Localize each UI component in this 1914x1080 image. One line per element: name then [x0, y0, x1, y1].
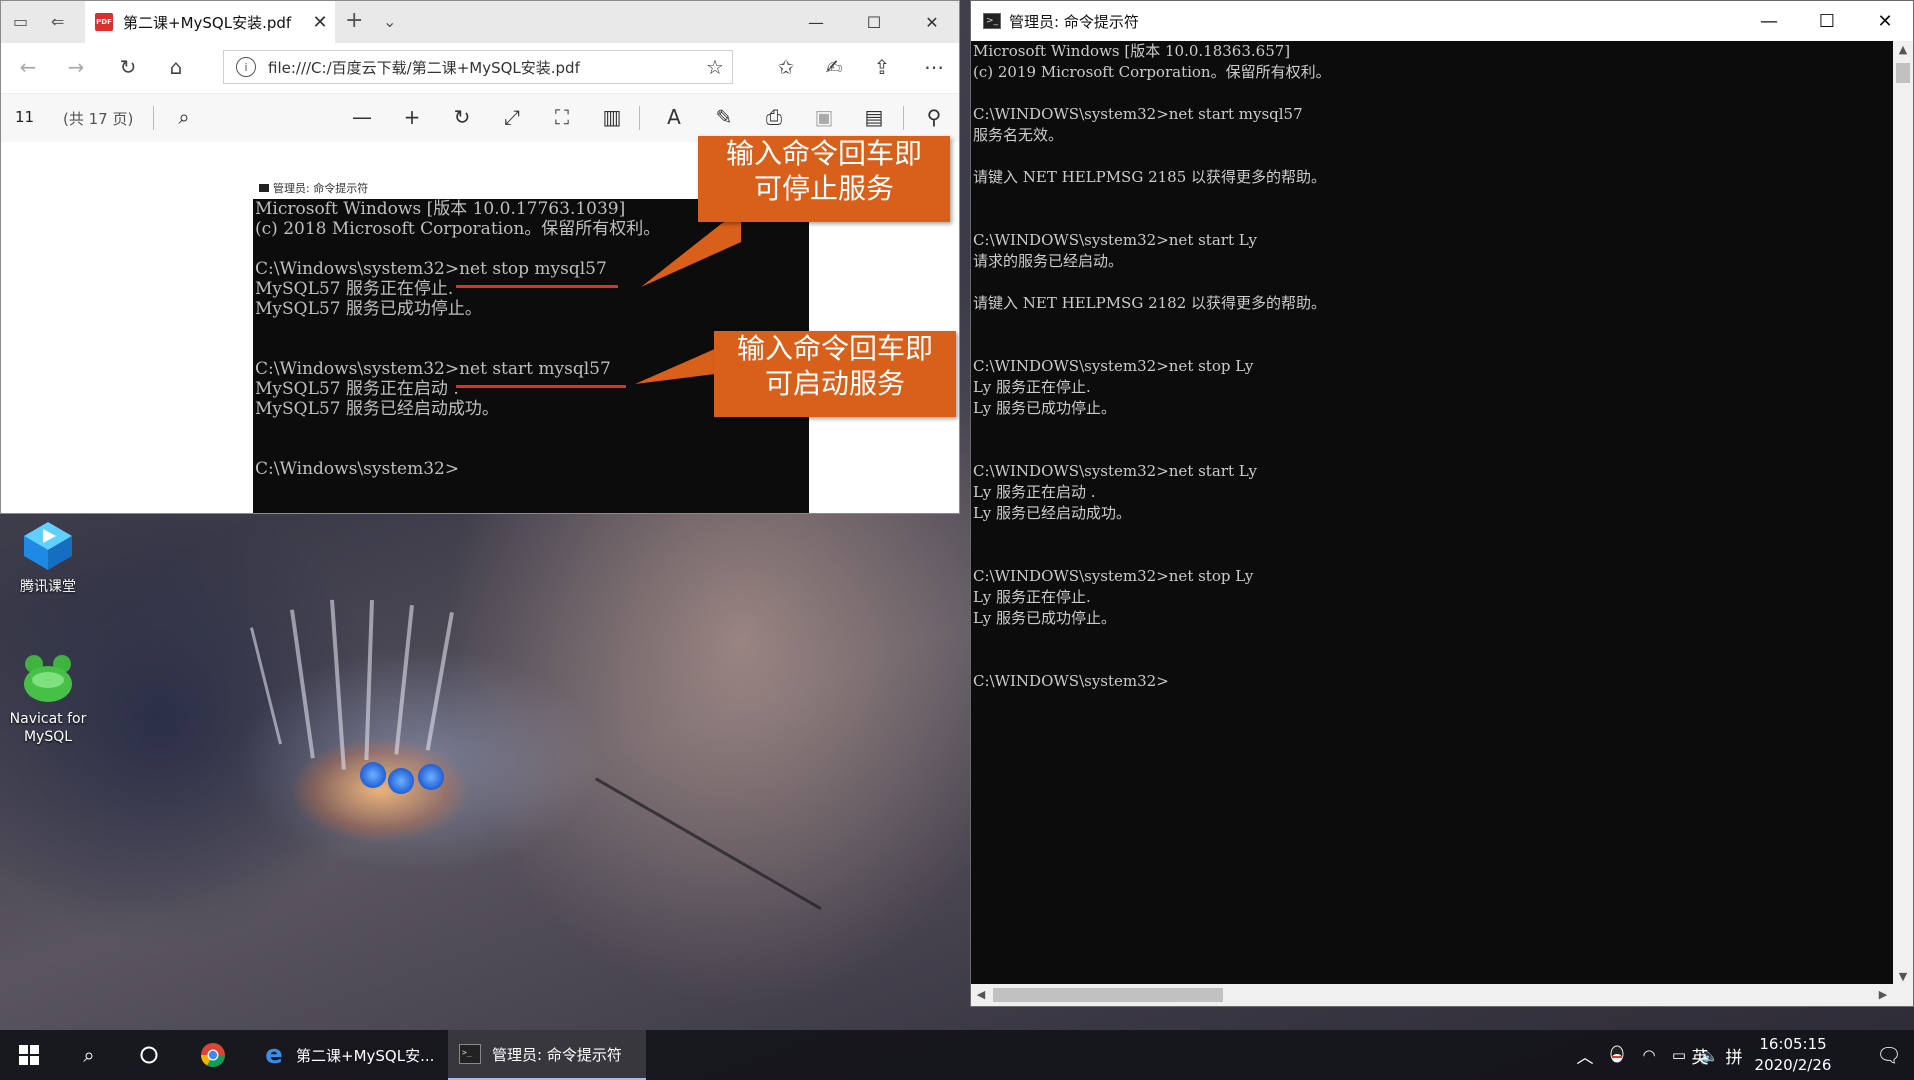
tab-title: 第二课+MySQL安装.pdf: [123, 13, 292, 32]
show-hidden-icons-chevron-icon[interactable]: ︿: [1570, 1030, 1600, 1080]
scroll-corner: [1893, 984, 1913, 1006]
taskbar-app-cmd[interactable]: >_ 管理员: 命令提示符: [448, 1030, 646, 1080]
desktop-icon-label: Navicat for MySQL: [9, 711, 87, 745]
tab-pdf[interactable]: PDF 第二课+MySQL安装.pdf ✕: [85, 1, 335, 43]
address-bar[interactable]: i file:///C:/百度云下载/第二课+MySQL安装.pdf ☆: [223, 50, 733, 84]
start-button[interactable]: [0, 1030, 58, 1080]
favorite-star-icon[interactable]: ☆: [698, 55, 732, 79]
qq-tray-icon[interactable]: [1602, 1030, 1632, 1080]
ime-mode-indicator[interactable]: 拼: [1718, 1030, 1750, 1080]
hscroll-thumb[interactable]: [993, 988, 1223, 1002]
scroll-right-icon[interactable]: ▶: [1873, 984, 1893, 1006]
desktop-icon-navicat[interactable]: Navicat for MySQL: [8, 650, 88, 746]
cortana-icon[interactable]: [122, 1030, 176, 1080]
callout-start: 输入命令回车即 可启动服务: [714, 331, 956, 417]
windows-logo-icon: [19, 1045, 39, 1065]
underline-stop: [456, 285, 618, 288]
back-icon[interactable]: ←: [13, 55, 43, 79]
forward-icon[interactable]: →: [61, 55, 91, 79]
pdf-page: 管理员: 命令提示符 Microsoft Windows [版本 10.0.17…: [1, 136, 959, 513]
minimize-button[interactable]: —: [787, 1, 845, 43]
refresh-icon[interactable]: ↻: [113, 55, 143, 79]
cmd-minimize-button[interactable]: —: [1740, 1, 1798, 41]
ime-language-indicator[interactable]: 英: [1684, 1030, 1716, 1080]
cmd-horizontal-scrollbar[interactable]: ◀ ▶: [971, 984, 1893, 1006]
notes-pen-icon[interactable]: ✍: [819, 55, 849, 79]
tabs-aside-icon[interactable]: ⇐: [51, 12, 64, 31]
cmd-window: >_ 管理员: 命令提示符 — ☐ ✕ Microsoft Windows [版…: [970, 0, 1914, 1007]
page-number-input[interactable]: 11: [15, 108, 34, 126]
edge-titlebar: ▭ ⇐ PDF 第二课+MySQL安装.pdf ✕ + ⌄ — ☐ ✕: [1, 1, 959, 43]
site-info-icon[interactable]: i: [236, 57, 256, 77]
cmd-close-button[interactable]: ✕: [1856, 1, 1914, 41]
home-icon[interactable]: ⌂: [161, 55, 191, 79]
desktop-icon-tencent-classroom[interactable]: 腾讯课堂: [8, 518, 88, 596]
fit-page-icon[interactable]: ⤢: [497, 105, 527, 129]
more-icon[interactable]: ⋯: [919, 55, 949, 79]
save-as-icon[interactable]: ▤: [859, 105, 889, 129]
tencent-classroom-icon: [20, 518, 76, 574]
address-url: file:///C:/百度云下载/第二课+MySQL安装.pdf: [268, 58, 580, 77]
cmd-icon: >_: [983, 13, 1001, 29]
desktop-icon-label: 腾讯课堂: [20, 579, 76, 595]
taskbar-app-label: 管理员: 命令提示符: [492, 1045, 622, 1064]
cmd-maximize-button[interactable]: ☐: [1798, 1, 1856, 41]
cmd-title: 管理员: 命令提示符: [1009, 12, 1139, 31]
scroll-thumb[interactable]: [1896, 63, 1910, 83]
cmd-output: Microsoft Windows [版本 10.0.18363.657] (c…: [973, 42, 1331, 690]
save-icon[interactable]: ▣: [809, 105, 839, 129]
pdf-file-icon: PDF: [95, 13, 113, 31]
cmd-console[interactable]: Microsoft Windows [版本 10.0.18363.657] (c…: [971, 41, 1893, 986]
taskbar-app-label: 第二课+MySQL安...: [296, 1046, 435, 1065]
cmd-icon: >_: [458, 1042, 482, 1066]
favorites-icon[interactable]: ✩: [771, 55, 801, 79]
navicat-icon: [20, 650, 76, 706]
zoom-in-icon[interactable]: +: [397, 105, 427, 129]
page-total: (共 17 页): [63, 110, 134, 128]
underline-start: [456, 385, 626, 388]
chrome-taskbar-icon[interactable]: [186, 1030, 240, 1080]
page-view-icon[interactable]: ▥: [597, 105, 627, 129]
wifi-icon[interactable]: ◠: [1634, 1030, 1664, 1080]
clock-date: 2020/2/26: [1754, 1056, 1832, 1074]
taskbar: ⌕ e 第二课+MySQL安... >_ 管理员: 命令提示符 ︿ ◠ ▭ 🔈: [0, 1030, 1914, 1080]
cmd-vertical-scrollbar[interactable]: ▲ ▼: [1893, 41, 1913, 986]
rotate-icon[interactable]: ↻: [447, 105, 477, 129]
tab-list-chevron-icon[interactable]: ⌄: [383, 12, 396, 31]
close-button[interactable]: ✕: [903, 1, 959, 43]
search-icon[interactable]: ⌕: [169, 105, 199, 129]
read-aloud-icon[interactable]: A: [659, 105, 689, 129]
callout-stop: 输入命令回车即 可停止服务: [698, 136, 950, 222]
search-taskbar-icon[interactable]: ⌕: [62, 1030, 116, 1080]
print-icon[interactable]: ⎙: [759, 105, 789, 129]
share-icon[interactable]: ⇪: [867, 55, 897, 79]
edge-browser-window: ▭ ⇐ PDF 第二课+MySQL安装.pdf ✕ + ⌄ — ☐ ✕ ← → …: [0, 0, 960, 514]
fullscreen-icon[interactable]: ⛶: [547, 105, 577, 129]
taskbar-app-edge[interactable]: e 第二课+MySQL安...: [252, 1030, 444, 1080]
close-tab-icon[interactable]: ✕: [305, 12, 335, 33]
action-center-icon[interactable]: 🗨: [1864, 1030, 1914, 1080]
zoom-out-icon[interactable]: —: [347, 105, 377, 129]
scroll-left-icon[interactable]: ◀: [971, 984, 991, 1006]
tab-preview-icon[interactable]: ▭: [13, 12, 28, 31]
scroll-up-icon[interactable]: ▲: [1893, 41, 1913, 59]
cmd-icon: [259, 184, 269, 192]
pin-toolbar-icon[interactable]: ⚲: [919, 105, 949, 129]
svg-text:>_: >_: [462, 1048, 472, 1057]
taskbar-clock[interactable]: 16:05:15 2020/2/26: [1748, 1034, 1838, 1076]
new-tab-icon[interactable]: +: [345, 8, 363, 33]
clock-time: 16:05:15: [1759, 1035, 1827, 1053]
cmd-titlebar: >_ 管理员: 命令提示符 — ☐ ✕: [971, 1, 1913, 41]
callout-stop-pointer: [641, 212, 741, 287]
edge-navbar: ← → ↻ ⌂ i file:///C:/百度云下载/第二课+MySQL安装.p…: [1, 43, 959, 94]
draw-icon[interactable]: ✎: [709, 105, 739, 129]
edge-icon: e: [265, 1040, 283, 1070]
maximize-button[interactable]: ☐: [845, 1, 903, 43]
